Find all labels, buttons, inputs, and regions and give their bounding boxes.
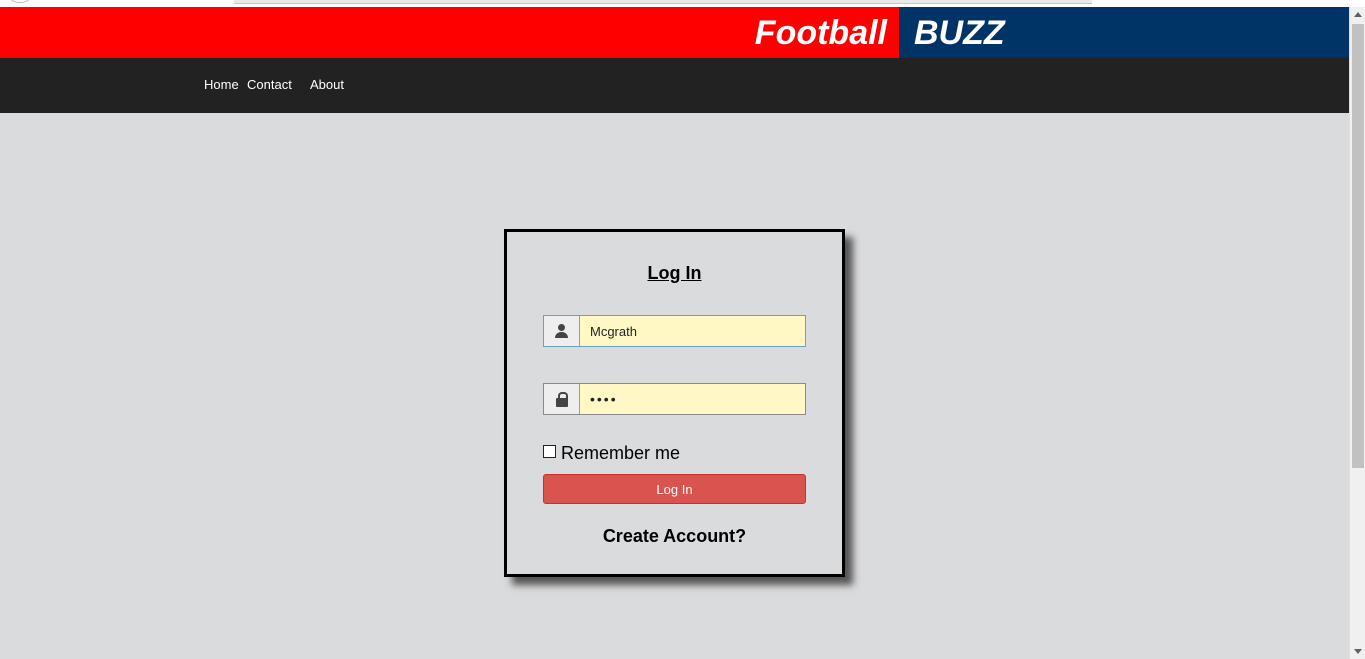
- remember-me-checkbox[interactable]: [543, 445, 556, 458]
- create-account-link[interactable]: Create Account?: [507, 525, 842, 547]
- password-input[interactable]: [580, 384, 805, 414]
- login-title: Log In: [647, 263, 702, 283]
- username-input[interactable]: [580, 316, 805, 346]
- remember-me-label[interactable]: Remember me: [561, 443, 680, 463]
- nav-contact-link[interactable]: Contact: [247, 77, 292, 93]
- scroll-up-arrow-icon[interactable]: [1354, 12, 1362, 17]
- brand-football-text: Football: [754, 14, 887, 52]
- site-banner: Football BUZZ: [0, 7, 1349, 58]
- nav-home-link[interactable]: Home: [204, 77, 239, 93]
- password-input-group: [543, 383, 806, 415]
- address-bar-edge: [234, 0, 1092, 4]
- login-panel: Log In Remember me Log In Create Account…: [504, 229, 845, 577]
- lock-icon: [544, 384, 580, 414]
- main-navbar: Home Contact About: [0, 58, 1349, 113]
- username-input-group: [543, 315, 806, 347]
- scroll-down-arrow-icon[interactable]: [1354, 649, 1362, 654]
- page-scrollbar[interactable]: [1349, 7, 1365, 659]
- brand-buzz-text: BUZZ: [914, 14, 1005, 52]
- nav-about-link[interactable]: About: [310, 77, 344, 93]
- user-icon: [544, 316, 580, 346]
- browser-button-edge: [6, 0, 34, 3]
- remember-me-row: Remember me: [543, 442, 680, 464]
- login-button[interactable]: Log In: [543, 474, 806, 504]
- scrollbar-thumb[interactable]: [1352, 24, 1364, 468]
